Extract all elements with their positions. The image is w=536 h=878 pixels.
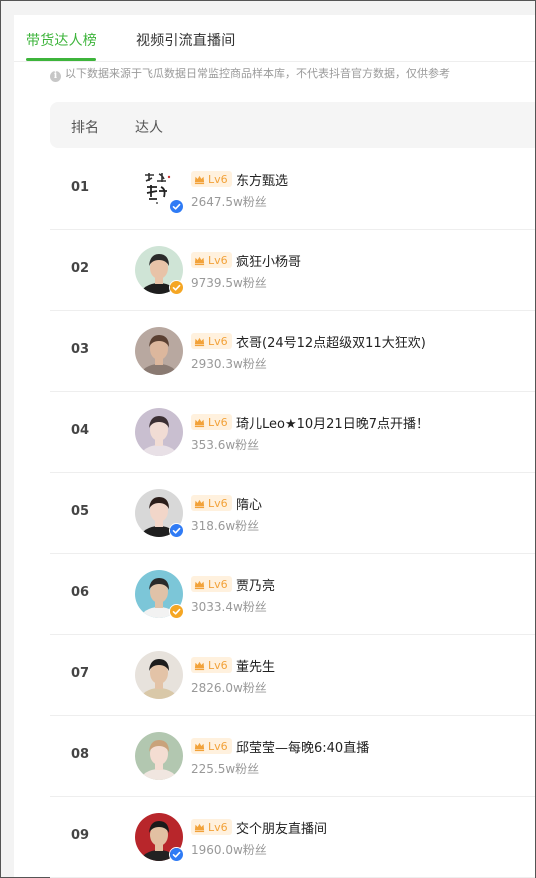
level-text: Lv6 xyxy=(208,658,228,672)
table-row[interactable]: 05 Lv6 隋心 318.6w粉丝 xyxy=(50,472,535,554)
tab-video-traffic-live-room[interactable]: 视频引流直播间 xyxy=(136,30,235,50)
avatar-image xyxy=(135,732,183,780)
talent-name[interactable]: 琦儿Leo★10月21日晚7点开播！ xyxy=(236,413,429,432)
talent-name[interactable]: 隋心 xyxy=(236,494,262,513)
fan-count: 9739.5w粉丝 xyxy=(191,276,267,290)
avatar-image xyxy=(135,327,183,375)
level-badge: Lv6 xyxy=(191,576,232,592)
rank-number: 03 xyxy=(71,342,90,357)
notice-text: 以下数据来源于飞瓜数据日常监控商品样本库，不代表抖音官方数据，仅供参考 xyxy=(65,67,450,80)
level-text: Lv6 xyxy=(208,577,228,591)
rank-number: 01 xyxy=(71,180,90,195)
table-row[interactable]: 04 Lv6 琦儿Leo★10月21日晚7点开播！ 353.6w粉丝 xyxy=(50,391,535,473)
talent-name[interactable]: 衣哥(24号12点超级双11大狂欢) xyxy=(236,332,426,351)
fan-count: 2930.3w粉丝 xyxy=(191,357,267,371)
table-header: 排名 达人 xyxy=(50,102,535,148)
crown-icon xyxy=(194,823,205,832)
rank-number: 09 xyxy=(71,828,90,843)
table-row[interactable]: 02 Lv6 疯狂小杨哥 9739.5w粉丝 xyxy=(50,229,535,311)
crown-icon xyxy=(194,256,205,265)
verified-blue-icon xyxy=(169,847,184,862)
verified-blue-icon xyxy=(169,523,184,538)
fan-count: 225.5w粉丝 xyxy=(191,762,260,776)
talent-name[interactable]: 董先生 xyxy=(236,656,275,675)
level-badge: Lv6 xyxy=(191,738,232,754)
crown-icon xyxy=(194,580,205,589)
crown-icon xyxy=(194,742,205,751)
verified-blue-icon xyxy=(169,199,184,214)
table-row[interactable]: 06 Lv6 贾乃亮 3033.4w粉丝 xyxy=(50,553,535,635)
active-tab-indicator xyxy=(26,58,96,61)
table-row[interactable]: 08 Lv6 邱莹莹—每晚6:40直播 225.5w粉丝 xyxy=(50,715,535,797)
verified-gold-icon xyxy=(169,604,184,619)
crown-icon xyxy=(194,499,205,508)
fan-count: 318.6w粉丝 xyxy=(191,519,260,533)
avatar-image xyxy=(135,651,183,699)
fan-count: 2826.0w粉丝 xyxy=(191,681,267,695)
rank-number: 05 xyxy=(71,504,90,519)
level-badge: Lv6 xyxy=(191,333,232,349)
tab-sales-talent-ranking[interactable]: 带货达人榜 xyxy=(26,30,97,50)
fan-count: 1960.0w粉丝 xyxy=(191,843,267,857)
data-source-notice: i 以下数据来源于飞瓜数据日常监控商品样本库，不代表抖音官方数据，仅供参考 xyxy=(50,65,450,82)
avatar[interactable] xyxy=(135,327,183,375)
avatar[interactable] xyxy=(135,732,183,780)
avatar[interactable] xyxy=(135,651,183,699)
table-row[interactable]: 03 Lv6 衣哥(24号12点超级双11大狂欢) 2930.3w粉丝 xyxy=(50,310,535,392)
rank-number: 07 xyxy=(71,666,90,681)
talent-name[interactable]: 东方甄选 xyxy=(236,170,288,189)
level-badge: Lv6 xyxy=(191,252,232,268)
level-badge: Lv6 xyxy=(191,495,232,511)
talent-name[interactable]: 疯狂小杨哥 xyxy=(236,251,301,270)
avatar[interactable] xyxy=(135,813,184,862)
avatar[interactable] xyxy=(135,408,183,456)
talent-name[interactable]: 交个朋友直播间 xyxy=(236,818,327,837)
fan-count: 2647.5w粉丝 xyxy=(191,195,267,209)
level-badge: Lv6 xyxy=(191,819,232,835)
avatar[interactable] xyxy=(135,165,184,214)
crown-icon xyxy=(194,418,205,427)
avatar-image xyxy=(135,408,183,456)
info-icon: i xyxy=(50,71,61,82)
header-rank: 排名 xyxy=(71,120,99,136)
ranking-panel: 带货达人榜 视频引流直播间 i 以下数据来源于飞瓜数据日常监控商品样本库，不代表抖… xyxy=(14,15,535,878)
table-row[interactable]: 09 Lv6 交个朋友直播间 1960.0w粉丝 xyxy=(50,796,535,878)
rank-number: 02 xyxy=(71,261,90,276)
level-badge: Lv6 xyxy=(191,414,232,430)
table-row[interactable]: 01 Lv6 东方甄选 2647.5w粉丝 xyxy=(50,148,535,230)
fan-count: 3033.4w粉丝 xyxy=(191,600,267,614)
rank-number: 04 xyxy=(71,423,90,438)
level-text: Lv6 xyxy=(208,334,228,348)
verified-gold-icon xyxy=(169,280,184,295)
tab-bar: 带货达人榜 视频引流直播间 xyxy=(14,15,535,62)
fan-count: 353.6w粉丝 xyxy=(191,438,260,452)
talent-name[interactable]: 贾乃亮 xyxy=(236,575,275,594)
level-text: Lv6 xyxy=(208,820,228,834)
level-text: Lv6 xyxy=(208,253,228,267)
avatar[interactable] xyxy=(135,246,184,295)
level-text: Lv6 xyxy=(208,415,228,429)
header-talent: 达人 xyxy=(135,120,163,136)
crown-icon xyxy=(194,337,205,346)
crown-icon xyxy=(194,661,205,670)
rank-number: 06 xyxy=(71,585,90,600)
level-text: Lv6 xyxy=(208,739,228,753)
avatar[interactable] xyxy=(135,489,184,538)
level-badge: Lv6 xyxy=(191,171,232,187)
table-row[interactable]: 07 Lv6 董先生 2826.0w粉丝 xyxy=(50,634,535,716)
crown-icon xyxy=(194,175,205,184)
rank-number: 08 xyxy=(71,747,90,762)
level-text: Lv6 xyxy=(208,172,228,186)
talent-name[interactable]: 邱莹莹—每晚6:40直播 xyxy=(236,737,369,756)
avatar[interactable] xyxy=(135,570,184,619)
level-text: Lv6 xyxy=(208,496,228,510)
level-badge: Lv6 xyxy=(191,657,232,673)
